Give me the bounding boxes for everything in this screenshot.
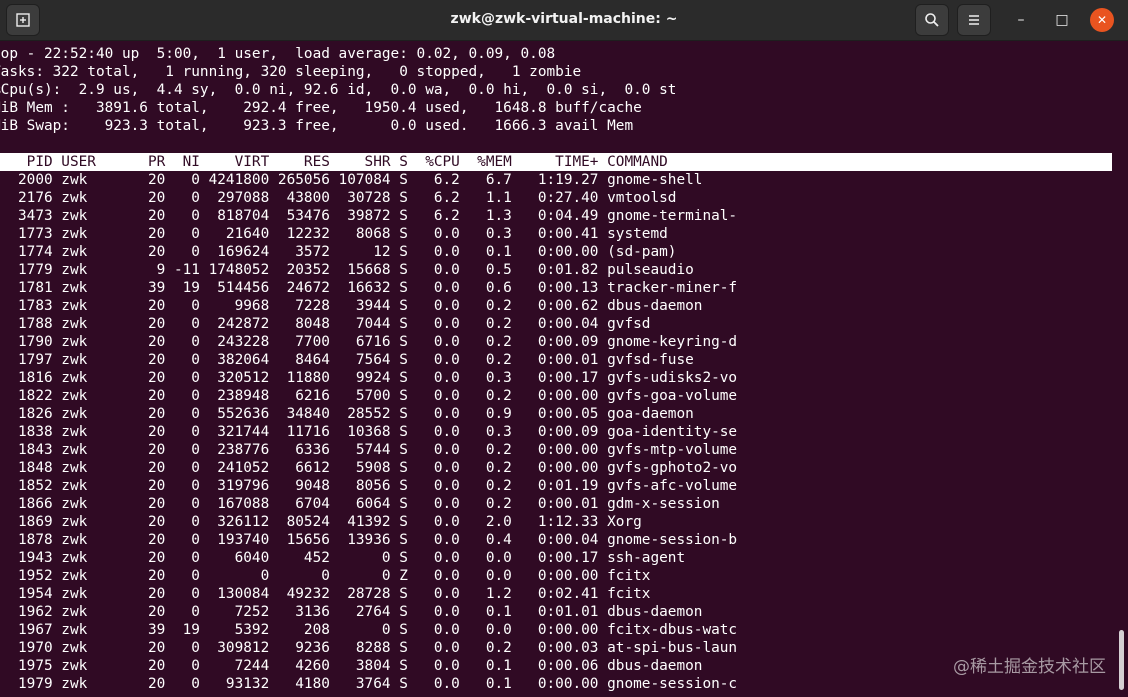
process-row: 1797 zwk 20 0 382064 8464 7564 S 0.0 0.2… [0, 352, 694, 368]
process-row: 1843 zwk 20 0 238776 6336 5744 S 0.0 0.2… [0, 442, 738, 458]
process-table-header-text: PID USER PR NI VIRT RES SHR S %CPU %MEM … [0, 154, 668, 170]
process-row: 1943 zwk 20 0 6040 452 0 S 0.0 0.0 0:00.… [0, 550, 686, 566]
terminal-area[interactable]: top - 22:52:40 up 5:00, 1 user, load ave… [0, 44, 1128, 697]
top-mem-line: MiB Mem : 3891.6 total, 292.4 free, 1950… [0, 100, 642, 116]
process-list: 2000 zwk 20 0 4241800 265056 107084 S 6.… [0, 171, 1128, 693]
process-row: 1866 zwk 20 0 167088 6704 6064 S 0.0 0.2… [0, 496, 720, 512]
process-row: 1774 zwk 20 0 169624 3572 12 S 0.0 0.1 0… [0, 244, 677, 260]
top-swap-line: MiB Swap: 923.3 total, 923.3 free, 0.0 u… [0, 118, 634, 134]
process-row: 1878 zwk 20 0 193740 15656 13936 S 0.0 0… [0, 532, 738, 548]
hamburger-menu-icon [969, 15, 979, 25]
minimize-button[interactable]: – [1009, 8, 1033, 32]
process-row: 1781 zwk 39 19 514456 24672 16632 S 0.0 … [0, 280, 738, 296]
process-row: 1822 zwk 20 0 238948 6216 5700 S 0.0 0.2… [0, 388, 738, 404]
process-row: 1838 zwk 20 0 321744 11716 10368 S 0.0 0… [0, 424, 738, 440]
top-cpu-line: %Cpu(s): 2.9 us, 4.4 sy, 0.0 ni, 92.6 id… [0, 82, 677, 98]
process-row: 1816 zwk 20 0 320512 11880 9924 S 0.0 0.… [0, 370, 738, 386]
process-row: 1952 zwk 20 0 0 0 0 Z 0.0 0.0 0:00.00 fc… [0, 568, 651, 584]
process-row: 1852 zwk 20 0 319796 9048 8056 S 0.0 0.2… [0, 478, 738, 494]
search-button[interactable] [915, 4, 949, 36]
scrollbar[interactable] [1119, 630, 1124, 690]
process-row: 2176 zwk 20 0 297088 43800 30728 S 6.2 1… [0, 190, 677, 206]
process-table-header: PID USER PR NI VIRT RES SHR S %CPU %MEM … [0, 153, 1112, 171]
process-row: 1979 zwk 20 0 93132 4180 3764 S 0.0 0.1 … [0, 676, 738, 692]
search-icon [925, 13, 939, 27]
maximize-button[interactable]: □ [1050, 8, 1074, 32]
process-row: 1954 zwk 20 0 130084 49232 28728 S 0.0 1… [0, 586, 651, 602]
process-row: 1773 zwk 20 0 21640 12232 8068 S 0.0 0.3… [0, 226, 668, 242]
close-icon: ✕ [1096, 13, 1108, 27]
menu-button[interactable] [957, 4, 991, 36]
process-row: 1826 zwk 20 0 552636 34840 28552 S 0.0 0… [0, 406, 694, 422]
minimize-icon: – [1017, 12, 1025, 28]
process-row: 1783 zwk 20 0 9968 7228 3944 S 0.0 0.2 0… [0, 298, 703, 314]
process-row: 1790 zwk 20 0 243228 7700 6716 S 0.0 0.2… [0, 334, 738, 350]
process-row: 1962 zwk 20 0 7252 3136 2764 S 0.0 0.1 0… [0, 604, 703, 620]
maximize-icon: □ [1055, 12, 1069, 28]
top-uptime-line: top - 22:52:40 up 5:00, 1 user, load ave… [0, 46, 556, 62]
process-row: 1967 zwk 39 19 5392 208 0 S 0.0 0.0 0:00… [0, 622, 738, 638]
process-row: 1869 zwk 20 0 326112 80524 41392 S 0.0 2… [0, 514, 642, 530]
process-row: 2000 zwk 20 0 4241800 265056 107084 S 6.… [0, 172, 703, 188]
process-row: 1788 zwk 20 0 242872 8048 7044 S 0.0 0.2… [0, 316, 651, 332]
top-tasks-line: Tasks: 322 total, 1 running, 320 sleepin… [0, 64, 582, 80]
watermark: @稀土掘金技术社区 [953, 657, 1106, 677]
close-button[interactable]: ✕ [1090, 8, 1114, 32]
window-titlebar: zwk@zwk-virtual-machine: ~ – □ ✕ [0, 0, 1128, 41]
process-row: 1779 zwk 9 -11 1748052 20352 15668 S 0.0… [0, 262, 694, 278]
process-row: 1848 zwk 20 0 241052 6612 5908 S 0.0 0.2… [0, 460, 738, 476]
process-row: 3473 zwk 20 0 818704 53476 39872 S 6.2 1… [0, 208, 738, 224]
